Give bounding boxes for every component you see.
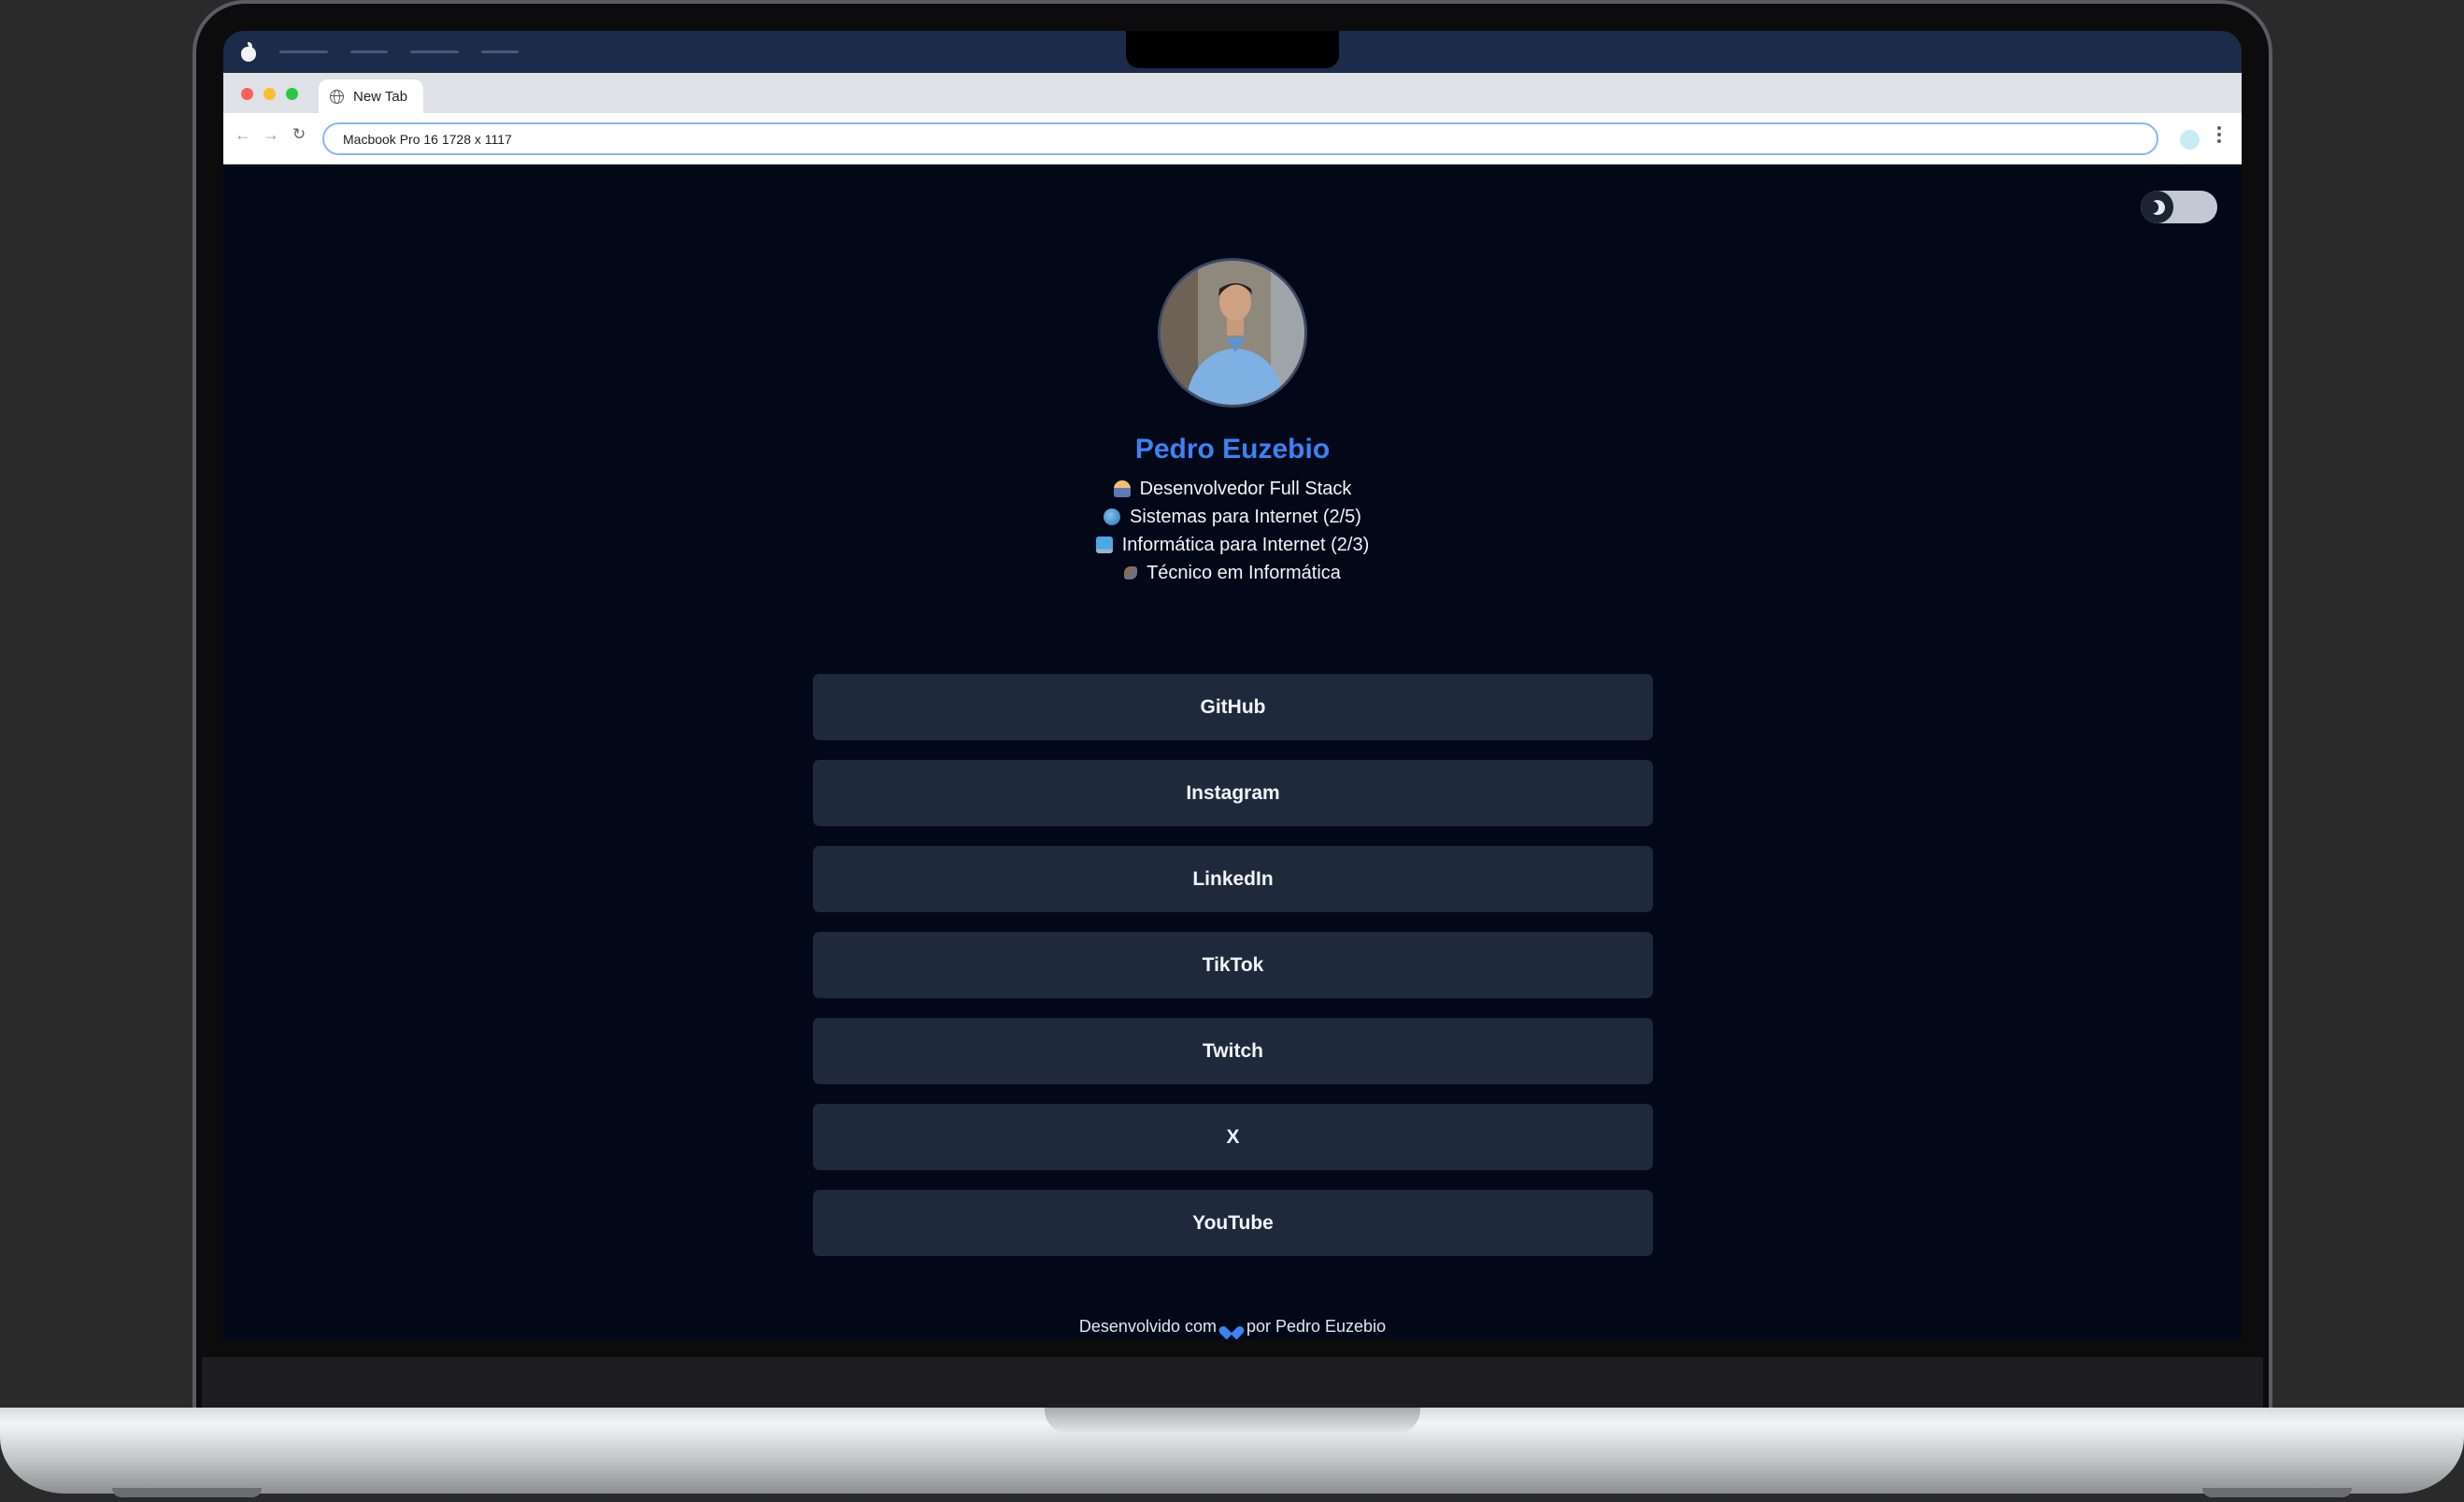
tab-title: New Tab: [353, 88, 408, 105]
address-text: Macbook Pro 16 1728 x 1117: [343, 131, 512, 147]
more-menu-icon[interactable]: [2217, 126, 2221, 146]
theme-toggle[interactable]: [2141, 191, 2217, 223]
link-list: GitHub Instagram LinkedIn TikTok Twitch …: [813, 674, 1653, 1276]
bio-text: Informática para Internet (2/3): [1121, 534, 1370, 555]
laptop-foot: [2202, 1488, 2352, 1497]
bio-line: Sistemas para Internet (2/5): [223, 503, 2242, 531]
close-window-button[interactable]: [241, 88, 253, 100]
maximize-window-button[interactable]: [286, 88, 298, 100]
screen: New Tab ← → ↻ Macbook Pro 16 1728 x 1117: [223, 31, 2242, 1339]
linkedin-link-button[interactable]: LinkedIn: [813, 846, 1653, 912]
profile-avatar-icon[interactable]: [2180, 130, 2200, 150]
browser-tab-bar: New Tab: [223, 73, 2242, 113]
laptop-opening-notch: [1045, 1408, 1420, 1434]
apple-icon[interactable]: [240, 41, 257, 63]
globe-icon: [330, 89, 344, 104]
heart-icon: [1224, 1321, 1239, 1334]
technologist-emoji-icon: [1113, 480, 1131, 497]
macbook-mockup: New Tab ← → ↻ Macbook Pro 16 1728 x 1117: [0, 0, 2464, 1502]
toggle-knob: [2141, 191, 2173, 223]
bio-text: Técnico em Informática: [1147, 562, 1341, 583]
bio-line: Técnico em Informática: [223, 559, 2242, 587]
moon-icon: [2147, 197, 2167, 217]
bio-line: Desenvolvedor Full Stack: [223, 475, 2242, 503]
laptop-chin: [202, 1357, 2263, 1409]
twitch-link-button[interactable]: Twitch: [813, 1018, 1653, 1084]
footer-suffix: por Pedro Euzebio: [1246, 1317, 1387, 1336]
github-link-button[interactable]: GitHub: [813, 674, 1653, 740]
forward-arrow-icon[interactable]: →: [263, 126, 279, 143]
tab-new-tab[interactable]: New Tab: [319, 79, 423, 113]
bio-text: Desenvolvedor Full Stack: [1139, 478, 1352, 499]
menu-item-placeholder[interactable]: [279, 50, 328, 53]
youtube-link-button[interactable]: YouTube: [813, 1190, 1653, 1256]
back-arrow-icon[interactable]: ←: [235, 126, 251, 143]
menu-item-placeholder[interactable]: [350, 50, 388, 53]
bio-line: Informática para Internet (2/3): [223, 531, 2242, 559]
bio-text: Sistemas para Internet (2/5): [1130, 506, 1361, 527]
reload-icon[interactable]: ↻: [292, 126, 306, 142]
footer-prefix: Desenvolvido com: [1078, 1317, 1217, 1336]
macos-menu-bar: [223, 31, 2242, 73]
profile-name: Pedro Euzebio: [1134, 434, 1331, 465]
camera-notch: [1126, 31, 1339, 68]
minimize-window-button[interactable]: [263, 88, 276, 100]
laptop-foot: [112, 1488, 262, 1497]
globe-emoji-icon: [1104, 508, 1121, 525]
bio: Desenvolvedor Full Stack Sistemas para I…: [223, 475, 2242, 587]
menu-item-placeholder[interactable]: [481, 50, 519, 53]
instagram-link-button[interactable]: Instagram: [813, 760, 1653, 826]
linktree-page: Pedro Euzebio Desenvolvedor Full Stack S…: [223, 165, 2242, 1339]
x-link-button[interactable]: X: [813, 1104, 1653, 1170]
tiktok-link-button[interactable]: TikTok: [813, 932, 1653, 998]
browser-toolbar: ← → ↻ Macbook Pro 16 1728 x 1117: [223, 113, 2242, 165]
tool-emoji-icon: [1124, 566, 1138, 579]
avatar: [1158, 258, 1307, 408]
address-bar[interactable]: Macbook Pro 16 1728 x 1117: [322, 122, 2158, 155]
footer: Desenvolvido com por Pedro Euzebio: [223, 1317, 2242, 1337]
menu-item-placeholder[interactable]: [410, 50, 459, 53]
laptop-emoji-icon: [1095, 536, 1113, 553]
profile-photo: [1161, 261, 1304, 405]
